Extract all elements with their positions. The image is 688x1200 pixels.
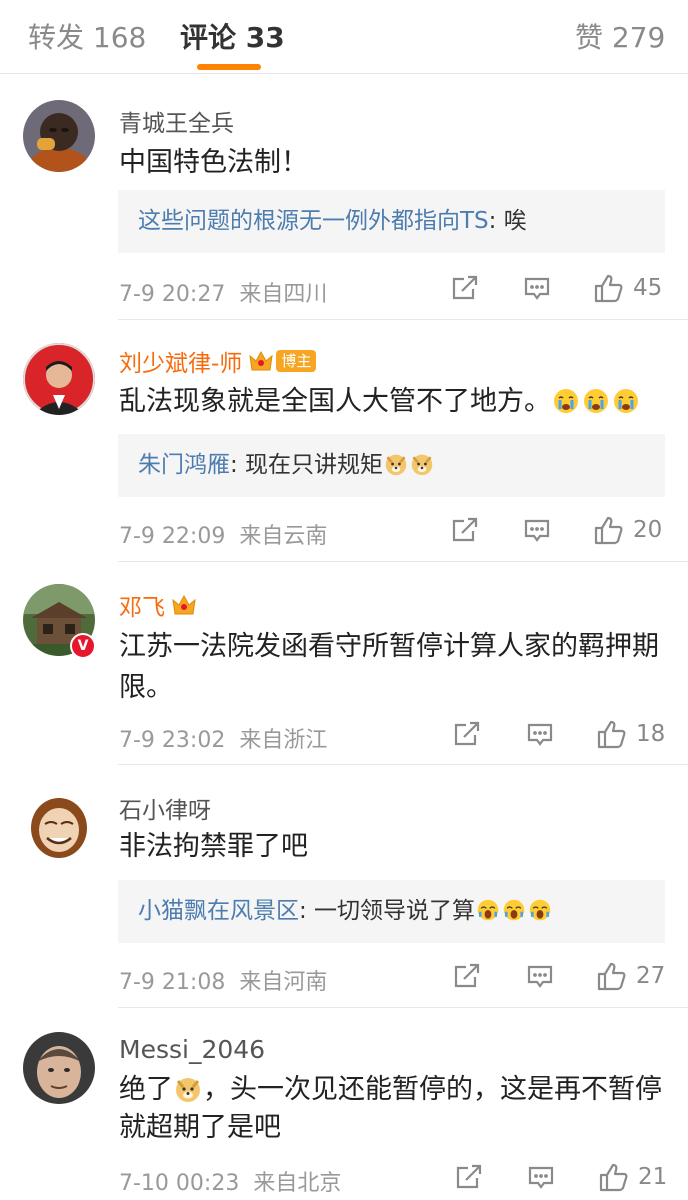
comment-icon[interactable] [523, 275, 551, 303]
share-icon[interactable] [453, 962, 481, 990]
crying-face-emoji-icon [612, 387, 640, 415]
username-text[interactable]: 刘少斌律-师 [119, 344, 242, 378]
vip-crown-icon [171, 594, 197, 616]
share-icon[interactable] [451, 516, 479, 544]
comment-tabs: 转发 168 评论 33 赞 279 [0, 0, 688, 74]
doge-emoji-icon [410, 452, 434, 476]
reply-preview[interactable]: 这些问题的根源无一例外都指向TS: 唉 [118, 190, 665, 253]
comment-meta: 7-9 20:27 来自四川 [119, 276, 327, 308]
share-icon[interactable] [455, 1163, 483, 1191]
doge-emoji-icon [384, 452, 408, 476]
reply-text: : 一切领导说了算 [299, 898, 476, 924]
verified-v-badge: V [70, 633, 96, 659]
comment-text: 乱法现象就是全国人大管不了地方。 [119, 382, 669, 422]
screaming-face-emoji-icon [528, 898, 552, 922]
comment-text: 非法拘禁罪了吧 [119, 831, 308, 862]
comment-location: 来自北京 [253, 1171, 342, 1196]
thumbs-up-icon [598, 1162, 630, 1192]
comment-item: 石小律呀 非法拘禁罪了吧 小猫飘在风景区: 一切领导说了算 7-9 21:08 … [0, 765, 688, 1008]
comment-time: 7-9 22:09 [119, 524, 226, 549]
like-count: 18 [636, 721, 666, 747]
tab-comments[interactable]: 评论 33 [180, 16, 285, 56]
comment-text-part: 绝了 [119, 1074, 173, 1105]
avatar[interactable] [23, 790, 95, 862]
username[interactable]: 石小律呀 [119, 791, 211, 825]
comment-icon[interactable] [527, 1164, 555, 1192]
doge-emoji-icon [174, 1075, 202, 1103]
comment-location: 来自河南 [239, 970, 328, 995]
comment-item: 青城王全兵 中国特色法制！ 这些问题的根源无一例外都指向TS: 唉 7-9 20… [0, 74, 688, 320]
comment-text: 绝了 ，头一次见还能暂停的，这是再不暂停就超期了是吧 [119, 1071, 669, 1147]
comment-time: 7-9 21:08 [119, 970, 226, 995]
comment-meta: 7-9 23:02 来自浙江 [119, 722, 327, 754]
comment-text: 中国特色法制！ [119, 147, 308, 178]
comment-meta: 7-9 22:09 来自云南 [119, 518, 327, 550]
reply-username[interactable]: 朱门鸿雁 [138, 452, 230, 478]
reply-text: : 现在只讲规矩 [230, 452, 384, 478]
share-icon[interactable] [453, 720, 481, 748]
tab-likes[interactable]: 赞 279 [575, 16, 665, 56]
thumbs-up-icon [596, 961, 628, 991]
username: 刘少斌律-师 博主 [119, 344, 317, 378]
comment-icon[interactable] [523, 517, 551, 545]
username-text[interactable]: 邓飞 [119, 588, 165, 622]
avatar[interactable] [23, 1032, 95, 1104]
like-count: 27 [636, 963, 666, 989]
comment-time: 7-9 23:02 [119, 728, 226, 753]
vip-crown-icon [248, 350, 274, 372]
avatar[interactable] [23, 343, 95, 415]
share-icon[interactable] [451, 274, 479, 302]
comment-item: Messi_2046 绝了 ，头一次见还能暂停的，这是再不暂停就超期了是吧 7-1… [0, 1008, 688, 1200]
username[interactable]: Messi_2046 [119, 1035, 265, 1064]
like-count: 45 [633, 275, 663, 301]
blogger-badge: 博主 [276, 350, 317, 372]
crying-face-emoji-icon [582, 387, 610, 415]
screaming-face-emoji-icon [502, 898, 526, 922]
reply-username[interactable]: 这些问题的根源无一例外都指向TS [138, 208, 489, 234]
like-count: 21 [638, 1164, 668, 1190]
comment-location: 来自四川 [239, 282, 328, 307]
avatar[interactable] [23, 100, 95, 172]
like-button[interactable]: 20 [593, 515, 662, 545]
reply-preview[interactable]: 小猫飘在风景区: 一切领导说了算 [118, 880, 665, 943]
like-count: 20 [633, 517, 663, 543]
tab-repost[interactable]: 转发 168 [28, 16, 146, 56]
reply-text: : 唉 [488, 208, 527, 234]
comment-meta: 7-9 21:08 来自河南 [119, 964, 327, 996]
thumbs-up-icon [596, 719, 628, 749]
comment-text-body: 乱法现象就是全国人大管不了地方。 [119, 386, 551, 417]
crying-face-emoji-icon [552, 387, 580, 415]
comment-time: 7-10 00:23 [119, 1171, 240, 1196]
username[interactable]: 青城王全兵 [119, 104, 234, 138]
like-button[interactable]: 27 [596, 961, 665, 991]
active-tab-indicator [197, 64, 261, 70]
comment-location: 来自浙江 [239, 728, 328, 753]
screaming-face-emoji-icon [476, 898, 500, 922]
comment-icon[interactable] [526, 721, 554, 749]
thumbs-up-icon [593, 515, 625, 545]
thumbs-up-icon [593, 273, 625, 303]
comment-item: V 邓飞 江苏一法院发函看守所暂停计算人家的羁押期限。 7-9 23:02 来自… [0, 562, 688, 765]
like-button[interactable]: 18 [596, 719, 665, 749]
like-button[interactable]: 45 [593, 273, 662, 303]
like-button[interactable]: 21 [598, 1162, 667, 1192]
reply-preview[interactable]: 朱门鸿雁: 现在只讲规矩 [118, 434, 665, 497]
comment-text: 江苏一法院发函看守所暂停计算人家的羁押期限。 [119, 631, 659, 703]
comment-icon[interactable] [526, 963, 554, 991]
username: 邓飞 [119, 588, 197, 622]
comment-time: 7-9 20:27 [119, 282, 226, 307]
comment-item: 刘少斌律-师 博主 乱法现象就是全国人大管不了地方。 朱门鸿雁: 现在只讲规矩 … [0, 320, 688, 562]
comment-meta: 7-10 00:23 来自北京 [119, 1165, 341, 1197]
comment-location: 来自云南 [239, 524, 328, 549]
reply-username[interactable]: 小猫飘在风景区 [138, 898, 299, 924]
